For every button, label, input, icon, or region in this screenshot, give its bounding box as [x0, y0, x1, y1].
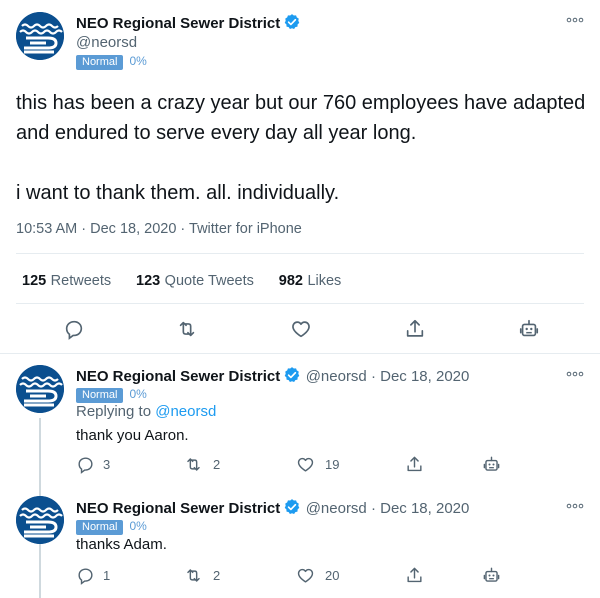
reply-count: 1 [103, 568, 111, 583]
reply-icon [63, 318, 85, 340]
bot-check-button[interactable] [482, 455, 501, 474]
divider [16, 303, 584, 304]
retweet-button[interactable] [176, 318, 198, 340]
retweet-count: 2 [213, 568, 221, 583]
like-count: 19 [325, 457, 340, 472]
badge-row: Normal 0% [76, 52, 147, 70]
district-logo-icon [16, 365, 64, 413]
author-handle[interactable]: @neorsd · Dec 18, 2020 [306, 500, 470, 517]
like-icon [296, 566, 315, 585]
tweet-text: thanks Adam. [76, 536, 167, 553]
divider [16, 253, 584, 254]
bot-icon [482, 566, 501, 585]
retweet-count: 2 [213, 457, 221, 472]
share-button[interactable] [404, 318, 426, 340]
status-percent: 0% [129, 387, 147, 401]
author-handle[interactable]: @neorsd · Dec 18, 2020 [306, 368, 470, 385]
badge-row: Normal 0% [76, 517, 147, 535]
like-icon [296, 455, 315, 474]
bot-icon [482, 455, 501, 474]
avatar[interactable] [16, 12, 64, 60]
reply-icon [76, 566, 95, 585]
share-icon [405, 566, 424, 585]
replying-label: Replying to [76, 403, 156, 420]
author-name[interactable]: NEO Regional Sewer District [76, 500, 280, 517]
share-button[interactable] [405, 566, 424, 585]
author-line: NEO Regional Sewer District [76, 13, 301, 33]
more-icon[interactable] [566, 502, 584, 510]
status-badge: Normal [76, 55, 124, 70]
status-percent: 0% [129, 54, 147, 68]
replying-to: Replying to @neorsd [76, 403, 216, 420]
status-badge: Normal [76, 388, 124, 403]
avatar[interactable] [16, 365, 64, 413]
tweet-stats: 125 Retweets 123 Quote Tweets 982 Likes [22, 272, 341, 290]
like-button[interactable] [290, 318, 312, 340]
bot-check-button[interactable] [482, 566, 501, 585]
retweets-stat[interactable]: 125 Retweets [22, 272, 111, 289]
like-button[interactable]: 20 [296, 566, 339, 585]
bot-check-button[interactable] [518, 318, 540, 340]
verified-icon [283, 366, 301, 384]
like-button[interactable]: 19 [296, 455, 339, 474]
status-percent: 0% [129, 519, 147, 533]
reply-button[interactable] [63, 318, 85, 340]
badge-row: Normal 0% [76, 385, 147, 403]
reply-button[interactable]: 3 [76, 455, 110, 474]
tweet-timestamp[interactable]: 10:53 AM · Dec 18, 2020 · Twitter for iP… [16, 221, 302, 237]
status-badge: Normal [76, 520, 124, 535]
quote-tweets-stat[interactable]: 123 Quote Tweets [136, 272, 254, 289]
author-line: NEO Regional Sewer District @neorsd · De… [76, 366, 469, 386]
verified-icon [283, 498, 301, 516]
avatar[interactable] [16, 496, 64, 544]
author-handle[interactable]: @neorsd [76, 34, 137, 51]
retweet-icon [176, 318, 198, 340]
district-logo-icon [16, 496, 64, 544]
more-icon[interactable] [566, 16, 584, 24]
author-name[interactable]: NEO Regional Sewer District [76, 368, 280, 385]
retweet-icon [184, 566, 203, 585]
reply-button[interactable]: 1 [76, 566, 110, 585]
retweet-button[interactable]: 2 [184, 455, 220, 474]
more-icon[interactable] [566, 370, 584, 378]
author-line: NEO Regional Sewer District @neorsd · De… [76, 498, 469, 518]
retweet-icon [184, 455, 203, 474]
tweet-text: this has been a crazy year but our 760 e… [16, 92, 586, 204]
bot-icon [518, 318, 540, 340]
share-icon [404, 318, 426, 340]
divider [0, 353, 600, 354]
reply-count: 3 [103, 457, 111, 472]
district-logo-icon [16, 12, 64, 60]
author-name[interactable]: NEO Regional Sewer District [76, 15, 280, 32]
replying-to-link[interactable]: @neorsd [155, 403, 216, 420]
share-button[interactable] [405, 455, 424, 474]
share-icon [405, 455, 424, 474]
like-icon [290, 318, 312, 340]
tweet-text: thank you Aaron. [76, 427, 189, 444]
reply-icon [76, 455, 95, 474]
likes-stat[interactable]: 982 Likes [279, 272, 342, 289]
retweet-button[interactable]: 2 [184, 566, 220, 585]
like-count: 20 [325, 568, 340, 583]
verified-icon [283, 13, 301, 31]
